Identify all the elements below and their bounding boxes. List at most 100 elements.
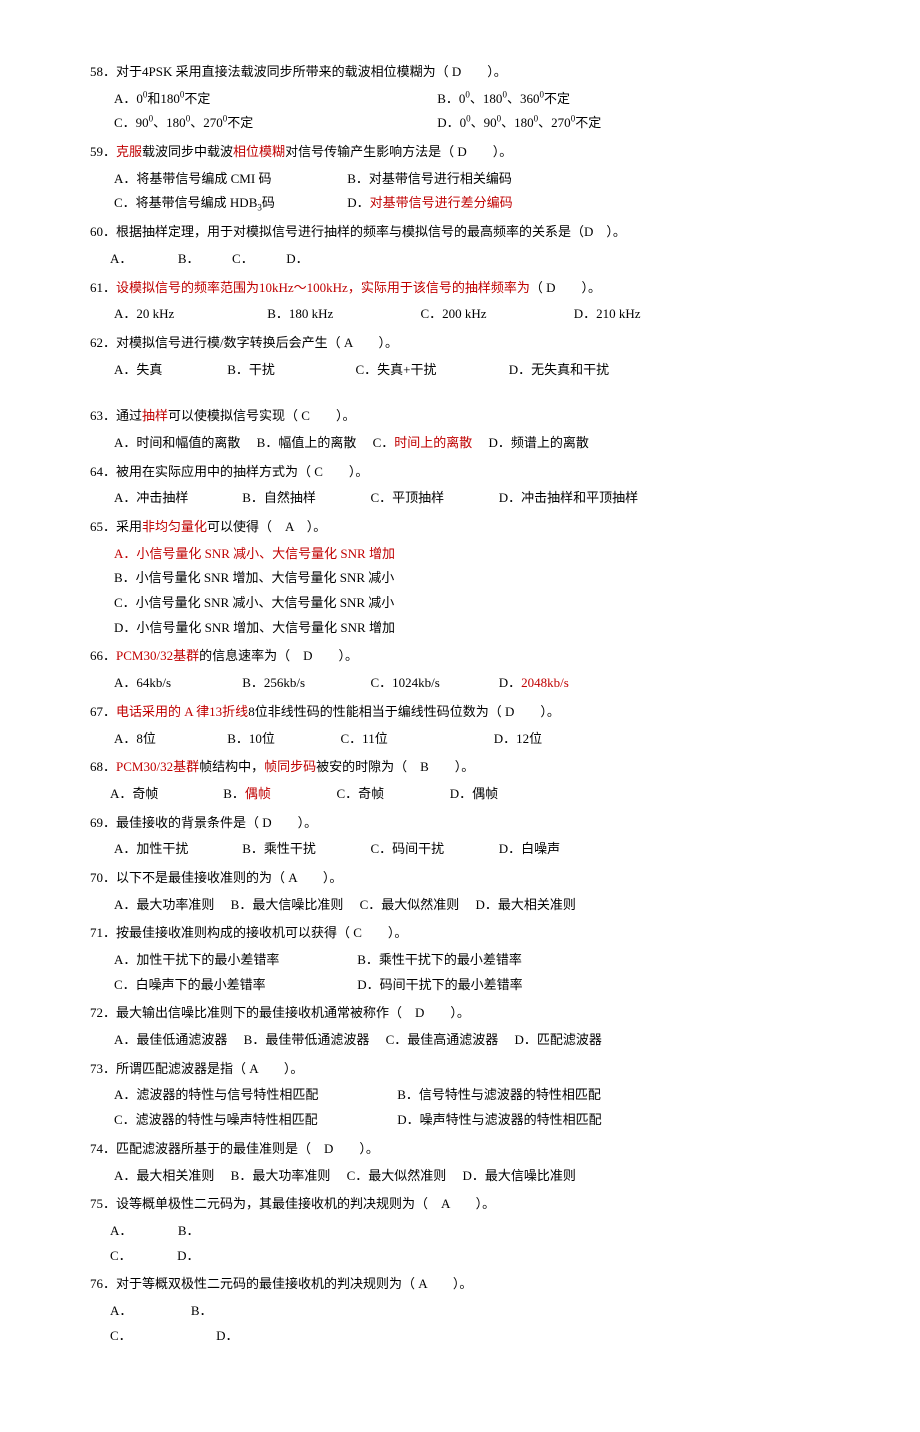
q68-opts: A．奇帧 B．偶帧 C．奇帧 D．偶帧: [90, 782, 830, 807]
q72: 72．最大输出信噪比准则下的最佳接收机通常被称作（ D ）。: [90, 1001, 830, 1026]
q73: 73．所谓匹配滤波器是指（ A ）。: [90, 1057, 830, 1082]
q74-d: D．最大信噪比准则: [463, 1164, 576, 1189]
q61-opts: A．20 kHz B．180 kHz C．200 kHz D．210 kHz: [90, 302, 830, 327]
q67-p2: 8位非线性码的性能相当于编线性码位数为（ D ）。: [248, 704, 560, 719]
q61-d: D．210 kHz: [574, 302, 641, 327]
q63-opts: A．时间和幅值的离散 B．幅值上的离散 C．时间上的离散 D．频谱上的离散: [90, 431, 830, 456]
q76-opts2: C． D．: [110, 1324, 830, 1349]
q69-a: A．加性干扰: [114, 837, 239, 862]
q64-b: B．自然抽样: [242, 486, 367, 511]
q59-p3: 对信号传输产生影响方法是（ D ）。: [285, 144, 512, 159]
q76: 76．对于等概双极性二元码的最佳接收机的判决规则为（ A ）。: [90, 1272, 830, 1297]
q59-r2: 相位模糊: [233, 144, 285, 159]
q63-b: B．幅值上的离散: [257, 431, 357, 456]
q67-opts: A．8位 B．10位 C．11位 D．12位: [90, 727, 830, 752]
q63-p1: 63．通过: [90, 408, 142, 423]
q70-d: D．最大相关准则: [476, 893, 576, 918]
q63: 63．通过抽样可以使模拟信号实现（ C ）。: [90, 404, 830, 429]
q75-opts: A． B． C． D．: [90, 1219, 830, 1268]
q65-opts: A．小信号量化 SNR 减小、大信号量化 SNR 增加 B．小信号量化 SNR …: [90, 542, 830, 641]
q74-opts: A．最大相关准则 B．最大功率准则 C．最大似然准则 D．最大信噪比准则: [90, 1164, 830, 1189]
q69-b: B．乘性干扰: [242, 837, 367, 862]
q74-a: A．最大相关准则: [114, 1164, 214, 1189]
q67-a: A．8位: [114, 727, 224, 752]
q72-b: B．最佳带低通滤波器: [244, 1028, 370, 1053]
q73-d: D．噪声特性与滤波器的特性相匹配: [397, 1108, 601, 1133]
q58-a: A．00和1800不定: [114, 87, 434, 112]
q72-a: A．最佳低通滤波器: [114, 1028, 227, 1053]
q76-opts: A． B． C． D．: [90, 1299, 830, 1348]
q66-b: B．256kb/s: [242, 671, 367, 696]
q60-opts: A． B． C． D．: [90, 247, 830, 272]
q60: 60．根据抽样定理，用于对模拟信号进行抽样的频率与模拟信号的最高频率的关系是（D…: [90, 220, 830, 245]
q67-r1: 电话采用的 A 律13折线: [116, 704, 248, 719]
q63-p2: 可以使模拟信号实现（ C ）。: [168, 408, 355, 423]
q59: 59．克服载波同步中载波相位模糊对信号传输产生影响方法是（ D ）。: [90, 140, 830, 165]
q71-b: B．乘性干扰下的最小差错率: [357, 948, 522, 973]
q61-b: B．180 kHz: [267, 302, 417, 327]
q68-r2: 帧同步码: [264, 759, 316, 774]
q59-d: D．对基带信号进行差分编码: [347, 191, 512, 216]
q70-opts: A．最大功率准则 B．最大信噪比准则 C．最大似然准则 D．最大相关准则: [90, 893, 830, 918]
q66-p1: 66．: [90, 648, 116, 663]
q67-c: C．11位: [341, 727, 491, 752]
q67: 67．电话采用的 A 律13折线8位非线性码的性能相当于编线性码位数为（ D ）…: [90, 700, 830, 725]
q72-c: C．最佳高通滤波器: [386, 1028, 499, 1053]
q68-p2: 帧结构中，: [199, 759, 264, 774]
q66-opts: A．64kb/s B．256kb/s C．1024kb/s D．2048kb/s: [90, 671, 830, 696]
q66: 66．PCM30/32基群的信息速率为（ D ）。: [90, 644, 830, 669]
q71-a: A．加性干扰下的最小差错率: [114, 948, 354, 973]
q69: 69．最佳接收的背景条件是（ D ）。: [90, 811, 830, 836]
q58-d: D．00、900、1800、2700不定: [437, 111, 601, 136]
q68-d: D．偶帧: [450, 782, 498, 807]
q65-a: A．小信号量化 SNR 减小、大信号量化 SNR 增加: [114, 542, 830, 567]
q68-c: C．奇帧: [337, 782, 447, 807]
q58-b: B．00、1800、3600不定: [437, 87, 570, 112]
q59-p1: 59．: [90, 144, 116, 159]
q65-c: C．小信号量化 SNR 减小、大信号量化 SNR 减小: [114, 591, 830, 616]
q61: 61．设模拟信号的频率范围为10kHz～100kHz，实际用于该信号的抽样频率为…: [90, 276, 830, 301]
q63-a: A．时间和幅值的离散: [114, 431, 240, 456]
q74: 74．匹配滤波器所基于的最佳准则是（ D ）。: [90, 1137, 830, 1162]
q61-p2: （ D ）。: [530, 280, 601, 295]
q59-c: C．将基带信号编成 HDB3码: [114, 191, 344, 216]
q58-opts: A．00和1800不定 B．00、1800、3600不定 C．900、1800、…: [90, 87, 830, 136]
q65-b: B．小信号量化 SNR 增加、大信号量化 SNR 减小: [114, 566, 830, 591]
q62-c: C．失真+干扰: [356, 358, 506, 383]
q67-p1: 67．: [90, 704, 116, 719]
q58-c: C．900、1800、2700不定: [114, 111, 434, 136]
q64-opts: A．冲击抽样 B．自然抽样 C．平顶抽样 D．冲击抽样和平顶抽样: [90, 486, 830, 511]
q64-d: D．冲击抽样和平顶抽样: [499, 486, 638, 511]
q71-opts: A．加性干扰下的最小差错率 B．乘性干扰下的最小差错率 C．白噪声下的最小差错率…: [90, 948, 830, 997]
q68-p1: 68．: [90, 759, 116, 774]
q61-r1: 设模拟信号的频率范围为10kHz～100kHz，实际用于该信号的抽样频率为: [116, 280, 530, 295]
q62-a: A．失真: [114, 358, 224, 383]
q62: 62．对模拟信号进行模/数字转换后会产生（ A ）。: [90, 331, 830, 356]
q65: 65．采用非均匀量化可以使得（ A ）。: [90, 515, 830, 540]
q67-d: D．12位: [494, 727, 542, 752]
q64-c: C．平顶抽样: [371, 486, 496, 511]
q73-b: B．信号特性与滤波器的特性相匹配: [397, 1083, 601, 1108]
q70-a: A．最大功率准则: [114, 893, 214, 918]
q70: 70．以下不是最佳接收准则的为（ A ）。: [90, 866, 830, 891]
q68-b: B．偶帧: [223, 782, 333, 807]
q63-d: D．频谱上的离散: [489, 431, 589, 456]
q68: 68．PCM30/32基群帧结构中，帧同步码被安的时隙为（ B ）。: [90, 755, 830, 780]
q68-a: A．奇帧: [110, 782, 220, 807]
q61-p1: 61．: [90, 280, 116, 295]
q59-a: A．将基带信号编成 CMI 码: [114, 167, 344, 192]
q61-c: C．200 kHz: [421, 302, 571, 327]
q66-d: D．2048kb/s: [499, 671, 569, 696]
q62-d: D．无失真和干扰: [509, 358, 609, 383]
q73-c: C．滤波器的特性与噪声特性相匹配: [114, 1108, 394, 1133]
q65-d: D．小信号量化 SNR 增加、大信号量化 SNR 增加: [114, 616, 830, 641]
q75-opts2: C． D．: [110, 1244, 830, 1269]
q72-opts: A．最佳低通滤波器 B．最佳带低通滤波器 C．最佳高通滤波器 D．匹配滤波器: [90, 1028, 830, 1053]
q58: 58．对于4PSK 采用直接法载波同步所带来的载波相位模糊为（ D ）。: [90, 60, 830, 85]
q76-opts1: A． B．: [110, 1299, 830, 1324]
q71: 71．按最佳接收准则构成的接收机可以获得（ C ）。: [90, 921, 830, 946]
q62-opts: A．失真 B．干扰 C．失真+干扰 D．无失真和干扰: [90, 358, 830, 383]
q66-a: A．64kb/s: [114, 671, 239, 696]
q63-r1: 抽样: [142, 408, 168, 423]
q73-opts: A．滤波器的特性与信号特性相匹配 B．信号特性与滤波器的特性相匹配 C．滤波器的…: [90, 1083, 830, 1132]
